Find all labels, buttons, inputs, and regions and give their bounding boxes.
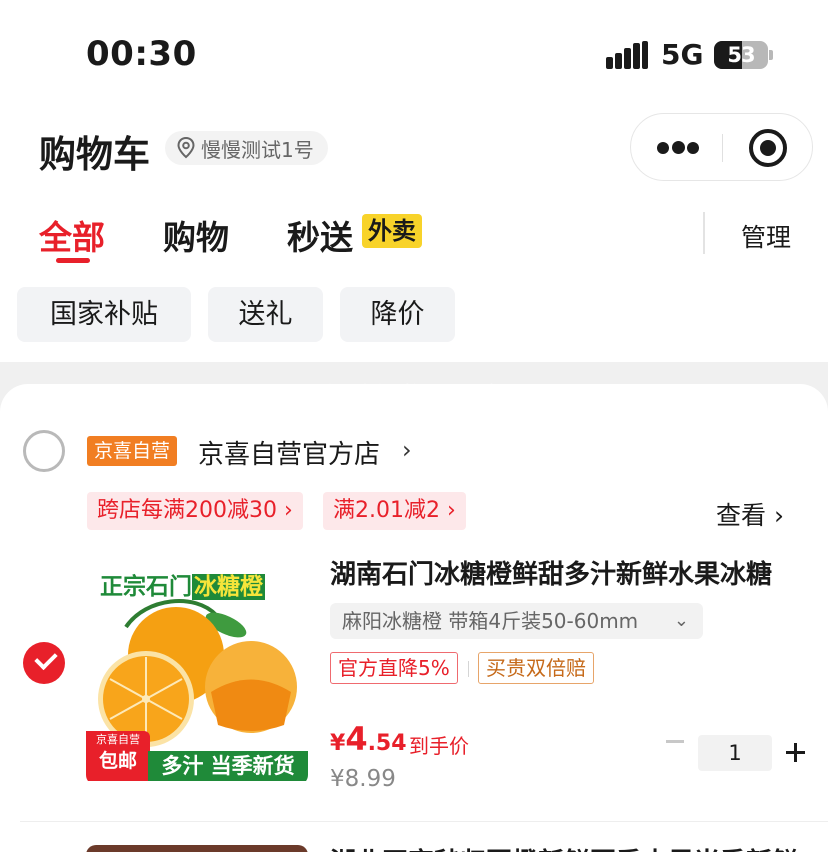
status-time: 00:30 <box>86 34 197 74</box>
promo-cross-store[interactable]: 跨店每满200减30 › <box>87 492 303 530</box>
battery-level: 53 <box>727 43 755 67</box>
filter-price-drop[interactable]: 降价 <box>340 287 455 342</box>
tabs-divider <box>703 212 705 254</box>
status-bar: 00:30 5G 53 <box>0 0 828 110</box>
miniprogram-capsule <box>630 113 813 181</box>
tag-separator <box>468 661 469 677</box>
signal-icon <box>606 41 648 69</box>
quantity-minus-button[interactable] <box>666 740 684 743</box>
promo-discount[interactable]: 满2.01减2 › <box>323 492 466 530</box>
shop-self-operated-tag: 京喜自营 <box>87 436 178 466</box>
product-image-caption: 多汁 当季新货 <box>148 751 308 781</box>
tab-instant-delivery[interactable]: 秒送 <box>287 211 353 259</box>
shop-name[interactable]: 京喜自营官方店 <box>198 434 380 471</box>
product-spec-label: 麻阳冰糖橙 带箱4斤装50-60mm <box>342 609 639 633</box>
tab-shopping[interactable]: 购物 <box>163 211 229 259</box>
tag-price-guarantee: 买贵双倍赔 <box>478 652 594 684</box>
product-image-title: 正宗石门冰糖橙 <box>100 574 265 600</box>
watermark: 优选好物福利官 <box>322 382 505 411</box>
product-image[interactable]: 正宗石门冰糖橙 京喜自营 包邮 多汁 当季新货 <box>86 557 308 785</box>
view-more-button[interactable]: 查看 › <box>716 496 784 532</box>
more-icon[interactable] <box>657 141 699 155</box>
location-label: 慢慢测试1号 <box>201 137 314 162</box>
price-label: 到手价 <box>409 734 469 758</box>
page-title: 购物车 <box>39 133 150 176</box>
shop-chevron-icon[interactable]: › <box>402 436 412 464</box>
filter-gift[interactable]: 送礼 <box>208 287 323 342</box>
manage-button[interactable]: 管理 <box>741 218 791 254</box>
product-select-checkbox[interactable] <box>23 642 65 684</box>
next-product-title[interactable]: 湖北正宗秭归夏橙新鲜夏季水果当季新鲜 <box>330 842 798 852</box>
row-divider <box>20 821 828 822</box>
product-image-badge: 京喜自营 包邮 <box>86 731 150 781</box>
orange-illustration <box>98 599 297 747</box>
product-spec-selector[interactable]: 麻阳冰糖橙 带箱4斤装50-60mm ⌄ <box>330 603 703 639</box>
original-price: ¥8.99 <box>330 766 396 792</box>
location-chip[interactable]: 慢慢测试1号 <box>165 131 328 165</box>
product-title[interactable]: 湖南石门冰糖橙鲜甜多汁新鲜水果冰糖 <box>330 554 810 591</box>
product-price: ¥4.54 <box>330 720 407 758</box>
shop-select-checkbox[interactable] <box>23 430 65 472</box>
chevron-down-icon: ⌄ <box>673 610 689 631</box>
next-product-image[interactable] <box>86 845 308 852</box>
network-type: 5G <box>661 38 704 71</box>
battery-icon: 53 <box>714 41 768 69</box>
tab-all[interactable]: 全部 <box>39 211 105 259</box>
location-pin-icon <box>177 137 195 159</box>
filter-national-subsidy[interactable]: 国家补贴 <box>17 287 191 342</box>
quantity-plus-button[interactable] <box>786 743 805 762</box>
tag-official-price-drop: 官方直降5% <box>330 652 458 684</box>
takeout-badge: 外卖 <box>362 214 422 248</box>
close-target-icon[interactable] <box>749 129 787 167</box>
battery-tip <box>769 50 773 60</box>
quantity-input[interactable]: 1 <box>698 735 772 771</box>
tab-active-indicator <box>56 258 90 263</box>
